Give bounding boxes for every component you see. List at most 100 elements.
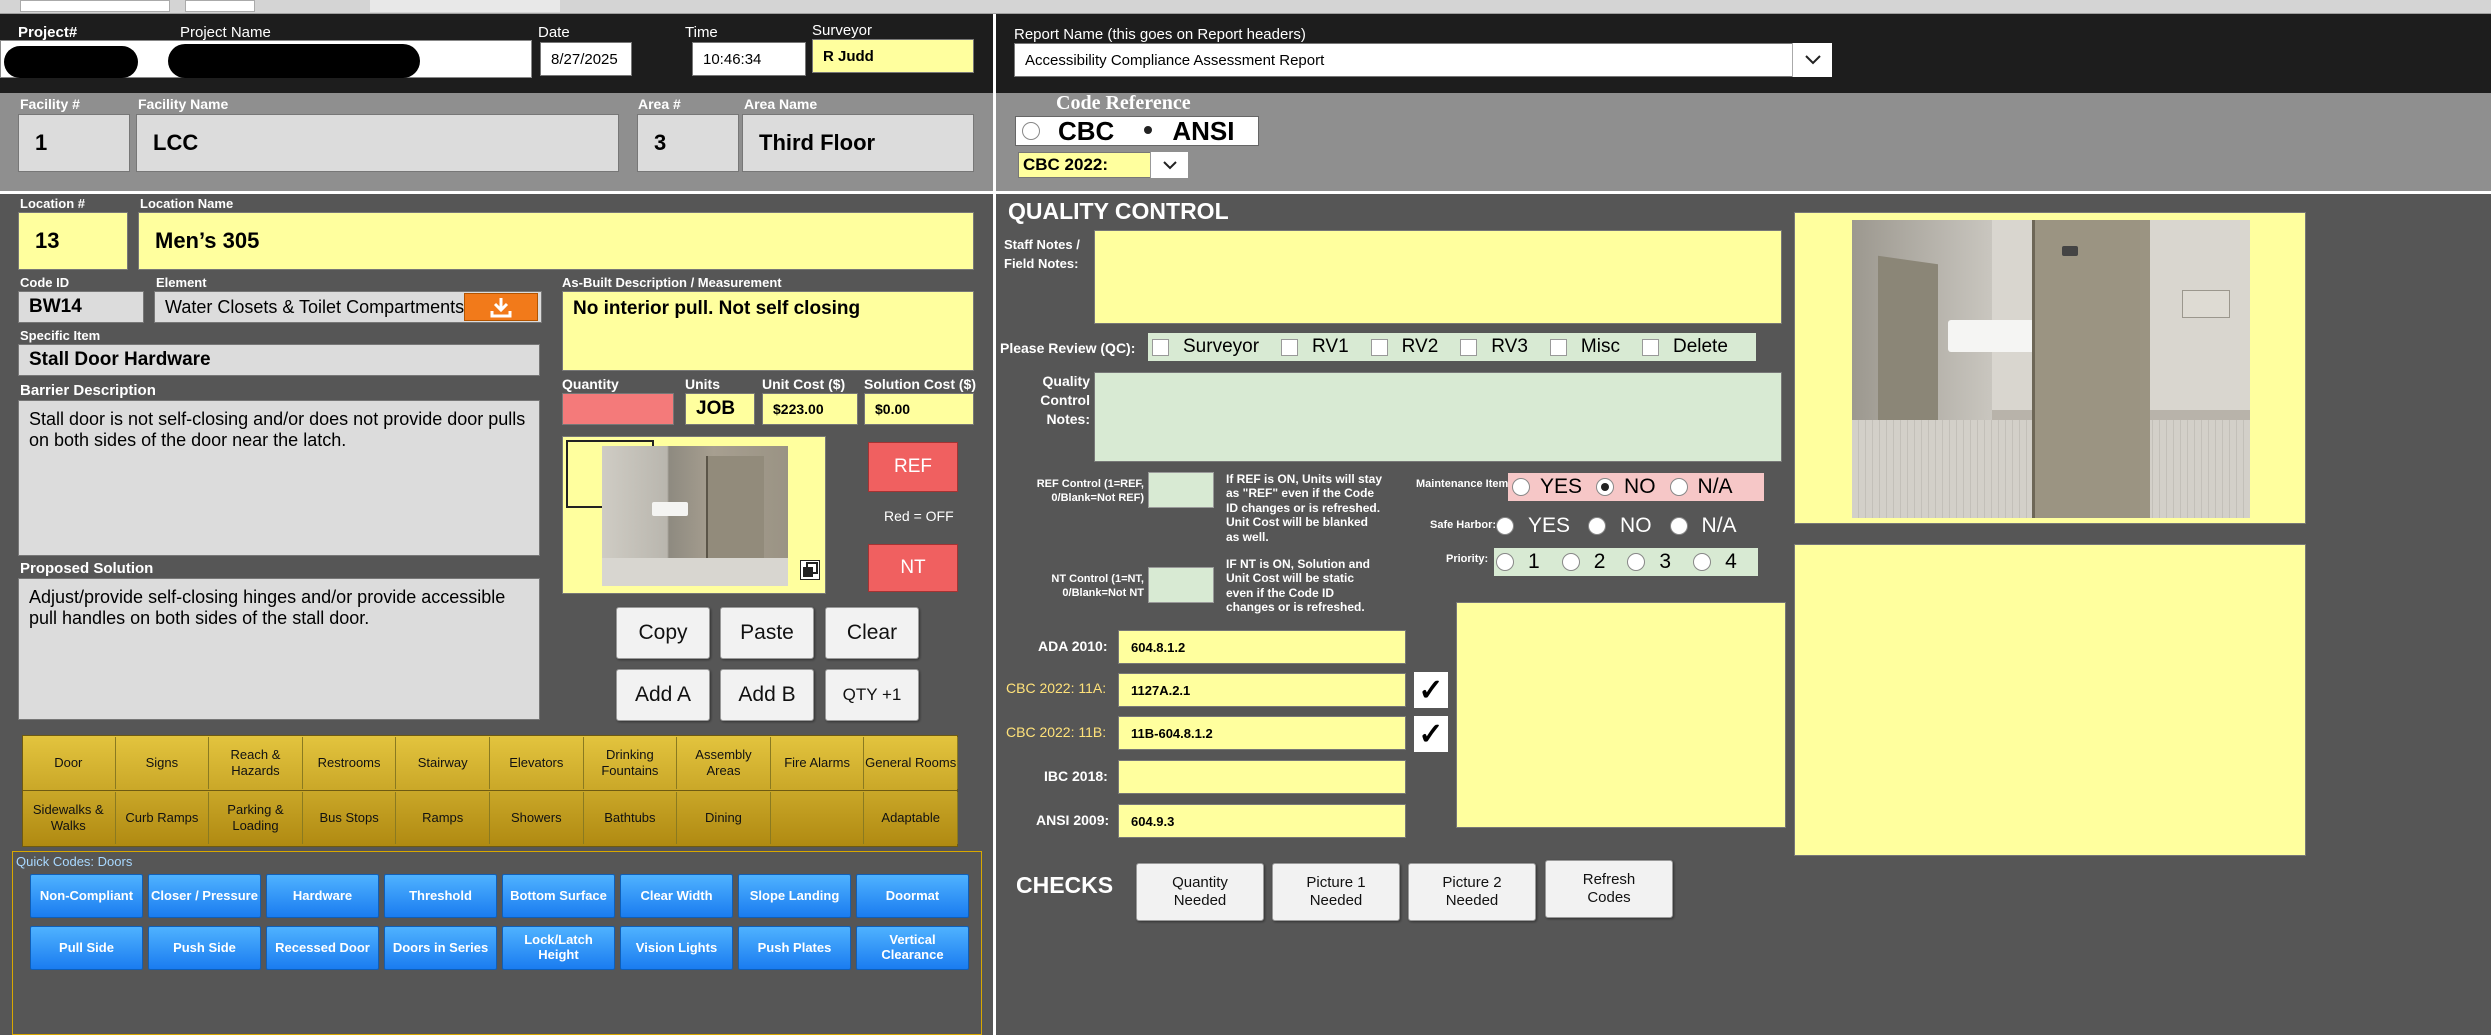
category-reach-hazards-button[interactable]: Reach & Hazards — [209, 737, 303, 789]
quick-code-vertical-clearance-button[interactable]: Vertical Clearance — [856, 926, 969, 970]
add-b-button[interactable]: Add B — [720, 669, 814, 721]
specific-item-field[interactable]: Stall Door Hardware — [18, 344, 540, 376]
nt-control-field[interactable] — [1148, 567, 1214, 603]
radio-ansi[interactable] — [1140, 122, 1159, 140]
unit-cost-field[interactable]: $223.00 — [762, 393, 858, 425]
facility-num-field[interactable]: 1 — [18, 114, 130, 172]
category-assembly-areas-button[interactable]: Assembly Areas — [677, 737, 771, 789]
quick-code-bottom-surface-button[interactable]: Bottom Surface — [502, 874, 615, 918]
maintenance-yes-radio[interactable] — [1512, 478, 1530, 496]
font-dropdown[interactable] — [20, 0, 170, 12]
code-id-field[interactable]: BW14 — [18, 291, 144, 323]
quick-code-slope-landing-button[interactable]: Slope Landing — [738, 874, 851, 918]
priority-3-radio[interactable] — [1627, 553, 1646, 571]
quick-code-pull-side-button[interactable]: Pull Side — [30, 926, 143, 970]
priority-4-radio[interactable] — [1693, 553, 1712, 571]
size-dropdown[interactable] — [185, 0, 255, 12]
ref-toggle-button[interactable]: REF — [868, 442, 958, 492]
add-a-button[interactable]: Add A — [616, 669, 710, 721]
quick-code-closer-pressure-button[interactable]: Closer / Pressure — [148, 874, 261, 918]
category-showers-button[interactable]: Showers — [490, 792, 584, 844]
maintenance-na-radio[interactable] — [1669, 478, 1688, 496]
refresh-codes-button[interactable]: Refresh Codes — [1545, 860, 1673, 918]
category-fire-alarms-button[interactable]: Fire Alarms — [771, 737, 865, 789]
cbc-11b-check[interactable]: ✓ — [1414, 716, 1448, 752]
surveyor-field[interactable]: R Judd — [812, 39, 974, 73]
picture-2-frame[interactable] — [1794, 544, 2306, 856]
quick-code-lock-latch-height-button[interactable]: Lock/Latch Height — [502, 926, 615, 970]
location-num-field[interactable]: 13 — [18, 212, 128, 270]
quantity-field[interactable] — [562, 393, 674, 425]
ibc-field[interactable] — [1118, 760, 1406, 794]
staff-notes-field[interactable] — [1094, 230, 1782, 324]
date-field[interactable]: 8/27/2025 — [540, 42, 632, 76]
paste-button[interactable]: Paste — [720, 607, 814, 659]
ref-control-field[interactable] — [1148, 472, 1214, 508]
picture1-needed-button[interactable]: Picture 1 Needed — [1272, 863, 1400, 921]
category-bathtubs-button[interactable]: Bathtubs — [584, 792, 678, 844]
category-dining-button[interactable]: Dining — [677, 792, 771, 844]
quick-code-clear-width-button[interactable]: Clear Width — [620, 874, 733, 918]
nt-toggle-button[interactable]: NT — [868, 544, 958, 592]
solution-field[interactable]: Adjust/provide self-closing hinges and/o… — [18, 578, 540, 720]
safe-harbor-no-radio[interactable] — [1588, 517, 1607, 535]
cbc-11b-field[interactable]: 11B-604.8.1.2 — [1118, 716, 1406, 750]
category-parking-loading-button[interactable]: Parking & Loading — [209, 792, 303, 844]
barrier-field[interactable]: Stall door is not self-closing and/or do… — [18, 400, 540, 556]
cbc-11a-check[interactable]: ✓ — [1414, 672, 1448, 708]
picture-1[interactable] — [1852, 220, 2250, 518]
area-num-field[interactable]: 3 — [637, 114, 739, 172]
review-misc-checkbox[interactable] — [1549, 338, 1567, 356]
clear-button[interactable]: Clear — [825, 607, 919, 659]
format-buttons[interactable] — [370, 0, 560, 12]
priority-2-radio[interactable] — [1561, 553, 1580, 571]
review-rv3-checkbox[interactable] — [1460, 338, 1478, 356]
category-stairway-button[interactable]: Stairway — [396, 737, 490, 789]
quick-code-hardware-button[interactable]: Hardware — [266, 874, 379, 918]
report-name-select[interactable]: Accessibility Compliance Assessment Repo… — [1014, 43, 1832, 77]
category-curb-ramps-button[interactable]: Curb Ramps — [116, 792, 210, 844]
quick-code-vision-lights-button[interactable]: Vision Lights — [620, 926, 733, 970]
review-rv2-checkbox[interactable] — [1370, 338, 1388, 356]
picture2-needed-button[interactable]: Picture 2 Needed — [1408, 863, 1536, 921]
quick-code-doormat-button[interactable]: Doormat — [856, 874, 969, 918]
copy-button[interactable]: Copy — [616, 607, 710, 659]
category-door-button[interactable]: Door — [22, 737, 116, 789]
quick-code-push-side-button[interactable]: Push Side — [148, 926, 261, 970]
time-field[interactable]: 10:46:34 — [692, 42, 806, 76]
solution-cost-field[interactable]: $0.00 — [864, 393, 974, 425]
quick-code-threshold-button[interactable]: Threshold — [384, 874, 497, 918]
code-version-dropdown[interactable] — [1150, 152, 1188, 178]
review-surveyor-checkbox[interactable] — [1152, 338, 1169, 356]
report-name-dropdown[interactable] — [1792, 43, 1832, 77]
category-sidewalks-walks-button[interactable]: Sidewalks & Walks — [22, 792, 116, 844]
review-rv1-checkbox[interactable] — [1281, 338, 1299, 356]
cbc-11a-field[interactable]: 1127A.2.1 — [1118, 673, 1406, 707]
location-name-field[interactable]: Men’s 305 — [138, 212, 974, 270]
element-download-button[interactable] — [464, 293, 538, 321]
safe-harbor-yes-radio[interactable] — [1496, 517, 1514, 535]
quick-code-push-plates-button[interactable]: Push Plates — [738, 926, 851, 970]
asbuilt-field[interactable]: No interior pull. Not self closing — [562, 291, 974, 371]
review-delete-checkbox[interactable] — [1641, 338, 1659, 356]
priority-1-radio[interactable] — [1496, 553, 1514, 571]
category-general-rooms-button[interactable]: General Rooms — [864, 737, 958, 789]
quick-code-doors-in-series-button[interactable]: Doors in Series — [384, 926, 497, 970]
quick-code-non-compliant-button[interactable]: Non-Compliant — [30, 874, 143, 918]
category-bus-stops-button[interactable]: Bus Stops — [303, 792, 397, 844]
expand-photo-icon[interactable] — [800, 560, 820, 580]
category-adaptable-button[interactable]: Adaptable — [864, 792, 958, 844]
facility-name-field[interactable]: LCC — [136, 114, 619, 172]
safe-harbor-na-radio[interactable] — [1669, 517, 1688, 535]
ada-field[interactable]: 604.8.1.2 — [1118, 630, 1406, 664]
units-field[interactable]: JOB — [685, 393, 755, 425]
quick-code-recessed-door-button[interactable]: Recessed Door — [266, 926, 379, 970]
maintenance-no-radio[interactable] — [1596, 478, 1615, 496]
qc-notes-field[interactable] — [1094, 372, 1782, 462]
area-name-field[interactable]: Third Floor — [742, 114, 974, 172]
quantity-needed-button[interactable]: Quantity Needed — [1136, 863, 1264, 921]
radio-cbc[interactable] — [1022, 122, 1040, 140]
category-restrooms-button[interactable]: Restrooms — [303, 737, 397, 789]
code-notes-field[interactable] — [1456, 602, 1786, 828]
qty-plus-button[interactable]: QTY +1 — [825, 669, 919, 721]
